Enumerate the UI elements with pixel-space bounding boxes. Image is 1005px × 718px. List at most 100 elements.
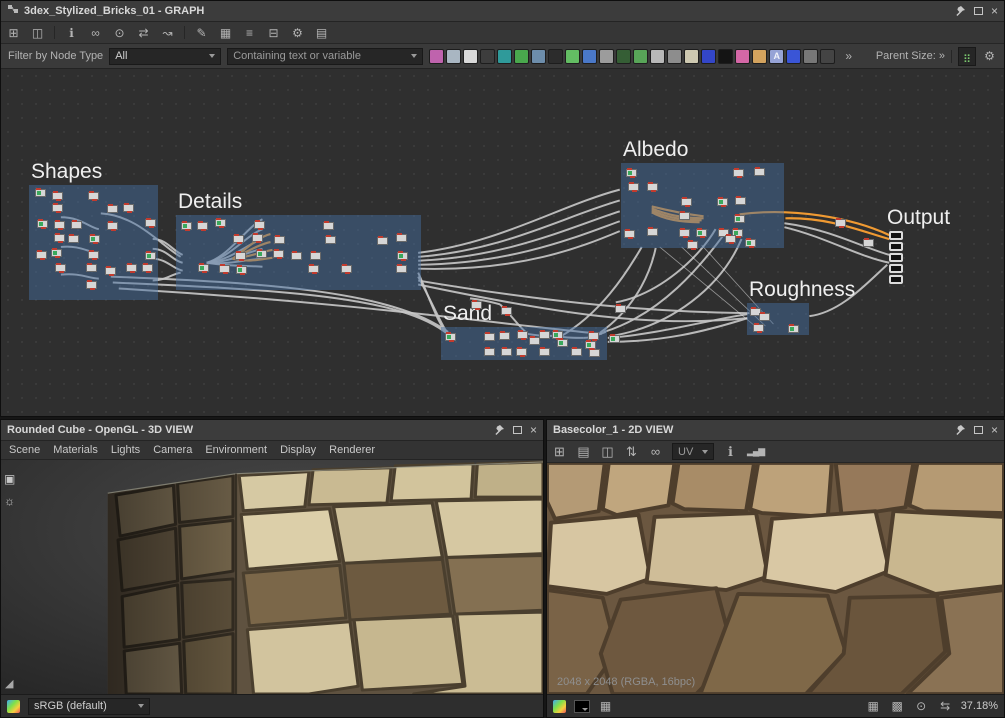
graph-node[interactable] <box>396 233 407 242</box>
graph-node[interactable] <box>717 197 728 207</box>
output-node[interactable] <box>889 275 903 284</box>
blur-icon[interactable] <box>480 48 496 64</box>
levels-icon[interactable] <box>463 48 479 64</box>
motion-blur-icon[interactable] <box>497 48 513 64</box>
close-icon[interactable]: × <box>991 5 998 17</box>
graph-node[interactable] <box>274 235 285 244</box>
graph-node[interactable] <box>571 347 582 356</box>
graph-node[interactable] <box>725 234 736 244</box>
graph-node[interactable] <box>484 332 495 341</box>
graph-node[interactable] <box>624 229 635 239</box>
display-mode-icon[interactable]: ▣ <box>4 472 15 486</box>
graph-node[interactable] <box>501 347 512 356</box>
graph-node[interactable] <box>609 334 620 343</box>
fx-map-icon[interactable] <box>803 48 819 64</box>
graph-node[interactable] <box>501 306 512 316</box>
graph-node[interactable] <box>753 323 764 333</box>
pin-icon[interactable] <box>493 424 505 436</box>
settings-icon[interactable]: ⚙ <box>290 27 305 39</box>
graph-node[interactable] <box>198 263 209 273</box>
graph-node[interactable] <box>291 251 302 260</box>
graph-node[interactable] <box>788 324 799 333</box>
graph-node[interactable] <box>215 218 226 228</box>
graph-node[interactable] <box>647 182 658 192</box>
maximize-icon[interactable] <box>512 426 522 434</box>
menu-camera[interactable]: Camera <box>153 444 192 456</box>
graph-node[interactable] <box>54 233 65 243</box>
graph-node[interactable] <box>107 204 118 213</box>
view3d-viewport[interactable]: ▣ ☼ ◢ <box>1 460 543 694</box>
view2d-viewport[interactable]: 2048 x 2048 (RGBA, 16bpc) <box>547 463 1004 694</box>
output-node[interactable] <box>889 231 903 240</box>
node-type-select[interactable]: All <box>109 47 222 65</box>
menu-materials[interactable]: Materials <box>53 444 98 456</box>
graph-node[interactable] <box>539 330 550 339</box>
gradient-map-icon[interactable] <box>531 48 547 64</box>
graph-node[interactable] <box>89 234 100 244</box>
uv-select[interactable]: UV <box>672 443 714 460</box>
pen-icon[interactable]: ✎ <box>194 27 209 39</box>
graph-node[interactable] <box>37 219 48 229</box>
copy-icon[interactable]: ◫ <box>600 445 615 458</box>
normal-icon[interactable] <box>701 48 717 64</box>
graph-node[interactable] <box>310 251 321 260</box>
graph-node[interactable] <box>233 234 244 244</box>
tiling-icon[interactable]: ▦ <box>866 700 881 712</box>
graph-node[interactable] <box>35 188 46 197</box>
graph-node[interactable] <box>529 336 540 345</box>
graph-node[interactable] <box>759 312 770 321</box>
expose-parameters-icon[interactable]: ⣶ <box>957 46 976 66</box>
output-node[interactable] <box>889 264 903 273</box>
graph-node[interactable] <box>626 168 637 178</box>
graph-node[interactable] <box>235 251 246 261</box>
graph-node[interactable] <box>105 266 116 276</box>
text-icon[interactable]: A <box>769 48 785 64</box>
symmetry-icon[interactable] <box>633 48 649 64</box>
zoom-icon[interactable]: ⊙ <box>112 27 127 39</box>
menu-renderer[interactable]: Renderer <box>329 444 375 456</box>
value-processor-icon[interactable] <box>820 48 836 64</box>
grid-icon[interactable]: ▦ <box>598 700 613 712</box>
spline-connection-icon[interactable]: ↝ <box>160 27 175 39</box>
graph-node[interactable] <box>484 347 495 356</box>
graph-node[interactable] <box>517 330 528 340</box>
graph-node[interactable] <box>71 220 82 229</box>
graph-node[interactable] <box>734 214 745 223</box>
graph-node[interactable] <box>52 191 63 201</box>
palette-overflow-icon[interactable]: » <box>841 50 856 62</box>
graph-node[interactable] <box>516 347 527 357</box>
graph-node[interactable] <box>51 248 62 258</box>
pin-icon[interactable] <box>954 5 966 17</box>
graph-node[interactable] <box>377 236 388 245</box>
info-icon[interactable]: ℹ <box>64 27 79 39</box>
collapse-icon[interactable]: ⊟ <box>266 27 281 39</box>
directional-warp-icon[interactable] <box>667 48 683 64</box>
graph-node[interactable] <box>142 263 153 273</box>
graph-node[interactable] <box>396 264 407 273</box>
menu-scene[interactable]: Scene <box>9 444 40 456</box>
info-icon[interactable]: ℹ <box>723 445 738 458</box>
blend-icon[interactable] <box>446 48 462 64</box>
graph-node[interactable] <box>499 331 510 340</box>
fit-icon[interactable]: ⇆ <box>938 700 953 712</box>
frame-icon[interactable]: ▤ <box>314 27 329 39</box>
graph-node[interactable] <box>557 338 568 347</box>
graph-node[interactable] <box>88 191 99 201</box>
save-icon[interactable]: ▤ <box>576 445 591 458</box>
graph-node[interactable] <box>733 168 744 178</box>
graph-node[interactable] <box>647 227 658 236</box>
menu-lights[interactable]: Lights <box>111 444 140 456</box>
expand-panel-icon[interactable]: ◢ <box>5 677 13 690</box>
graph-node[interactable] <box>585 340 596 350</box>
new-node-icon[interactable]: ⊞ <box>6 27 21 39</box>
graph-node[interactable] <box>835 218 846 228</box>
graph-node[interactable] <box>471 300 482 310</box>
graph-node[interactable] <box>86 263 97 272</box>
graph-node[interactable] <box>628 182 639 192</box>
graph-canvas[interactable]: Shapes Details Albedo Sand Roughness Output <box>1 69 1004 416</box>
graph-node[interactable] <box>754 167 765 176</box>
link-icon[interactable]: ∞ <box>648 445 663 458</box>
graph-node[interactable] <box>126 263 137 273</box>
graph-node[interactable] <box>745 238 756 248</box>
background-color-picker[interactable] <box>574 699 590 713</box>
